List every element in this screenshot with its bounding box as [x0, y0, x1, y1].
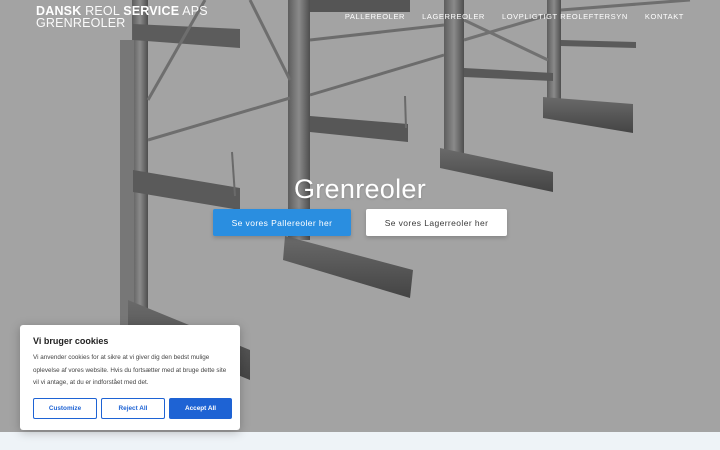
accept-all-button[interactable]: Accept All: [169, 398, 232, 419]
main-nav: PALLEREOLER LAGERREOLER LOVPLIGTIGT REOL…: [345, 12, 684, 21]
nav-item-kontakt[interactable]: KONTAKT: [645, 12, 684, 21]
page-title: Grenreoler: [293, 174, 427, 205]
nav-item-pallereoler[interactable]: PALLEREOLER: [345, 12, 405, 21]
cookie-title: Vi bruger cookies: [33, 336, 109, 346]
customize-button[interactable]: Customize: [33, 398, 97, 419]
lagerreoler-button[interactable]: Se vores Lagerreoler her: [366, 209, 507, 236]
nav-item-reoleftersyn[interactable]: LOVPLIGTIGT REOLEFTERSYN: [502, 12, 628, 21]
cookie-actions: Customize Reject All Accept All: [33, 398, 232, 419]
cookie-text: Vi anvender cookies for at sikre at vi g…: [33, 354, 227, 386]
brand-word: SERVICE: [123, 4, 180, 18]
site-logo[interactable]: DANSK REOL SERVICE APS GRENREOLER: [36, 4, 208, 30]
content-strip: [0, 432, 720, 450]
nav-item-lagerreoler[interactable]: LAGERREOLER: [422, 12, 485, 21]
brand-tagline: GRENREOLER: [36, 16, 126, 30]
brand-word: APS: [179, 4, 208, 18]
reject-all-button[interactable]: Reject All: [101, 398, 165, 419]
cookie-banner: Vi bruger cookies Vi anvender cookies fo…: [20, 325, 240, 430]
pallereoler-button[interactable]: Se vores Pallereoler her: [213, 209, 351, 236]
